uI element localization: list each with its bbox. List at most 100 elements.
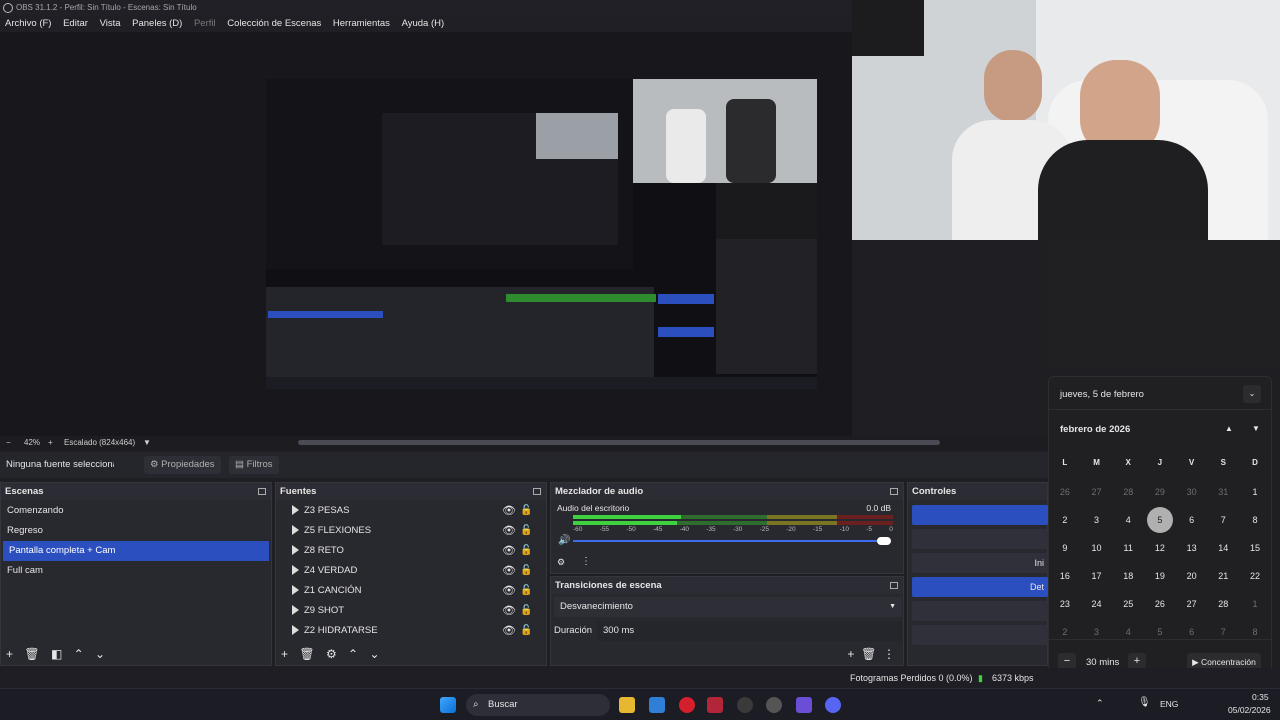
calendar-day[interactable]: 2 <box>1049 506 1081 534</box>
calendar-day[interactable]: 7 <box>1207 506 1239 534</box>
undock-icon[interactable] <box>890 488 898 495</box>
menu-ayuda[interactable]: Ayuda (H) <box>402 18 445 29</box>
calendar-day[interactable]: 15 <box>1239 534 1271 562</box>
calendar-day[interactable]: 12 <box>1144 534 1176 562</box>
eye-icon[interactable]: 👁 <box>502 621 516 641</box>
calendar-day[interactable]: 3 <box>1081 506 1113 534</box>
opera-icon[interactable] <box>679 697 695 713</box>
zoom-in-button[interactable]: + <box>48 436 53 450</box>
eye-icon[interactable]: 👁 <box>502 561 516 581</box>
calendar-day[interactable]: 28 <box>1112 478 1144 506</box>
filters-button[interactable]: ▤ Filtros <box>229 456 279 474</box>
eye-icon[interactable]: 👁 <box>502 581 516 601</box>
add-scene-button[interactable]: + <box>6 647 13 661</box>
calendar-day[interactable]: 20 <box>1176 562 1208 590</box>
speaker-icon[interactable]: 🔊 <box>558 535 570 546</box>
obs-taskbar-icon[interactable] <box>766 697 782 713</box>
calendar-day[interactable]: 10 <box>1081 534 1113 562</box>
undock-icon[interactable] <box>533 488 541 495</box>
calendar-day[interactable]: 9 <box>1049 534 1081 562</box>
duration-input[interactable]: 300 ms <box>597 621 902 641</box>
calendar-day[interactable]: 4 <box>1112 506 1144 534</box>
preview-scrollbar[interactable] <box>298 440 940 445</box>
volume-slider-handle[interactable] <box>877 537 891 545</box>
source-item[interactable]: Z2 HIDRATARSE 👁 🔓 <box>276 621 546 641</box>
zoom-dropdown-icon[interactable]: ▼ <box>143 436 151 450</box>
calendar-day[interactable]: 22 <box>1239 562 1271 590</box>
decrease-focus-button[interactable]: − <box>1058 653 1076 669</box>
move-up-button[interactable]: ⌃ <box>348 647 358 661</box>
calendar-day[interactable]: 7 <box>1207 618 1239 646</box>
source-item[interactable]: Z8 RETO 👁 🔓 <box>276 541 546 561</box>
photos-icon[interactable] <box>649 697 665 713</box>
control-button-6[interactable] <box>912 625 1048 645</box>
menu-perfil[interactable]: Perfil <box>194 18 216 29</box>
calendar-day[interactable]: 8 <box>1239 506 1271 534</box>
calendar-today[interactable]: 5 <box>1146 507 1173 533</box>
calendar-day[interactable]: 27 <box>1176 590 1208 618</box>
calendar-day[interactable]: 17 <box>1081 562 1113 590</box>
eye-icon[interactable]: 👁 <box>502 601 516 621</box>
calendar-day[interactable]: 3 <box>1081 618 1113 646</box>
undock-icon[interactable] <box>258 488 266 495</box>
source-settings-button[interactable]: ⚙ <box>326 647 337 661</box>
move-down-button[interactable]: ⌄ <box>369 647 379 661</box>
tray-chevron-icon[interactable]: ⌃ <box>1096 698 1104 709</box>
calendar-day[interactable]: 1 <box>1239 590 1271 618</box>
control-button-1[interactable] <box>912 505 1048 525</box>
taskbar-search[interactable]: ⌕ Buscar <box>466 694 610 716</box>
eye-icon[interactable]: 👁 <box>502 541 516 561</box>
menu-editar[interactable]: Editar <box>63 18 88 29</box>
next-month-button[interactable]: ▼ <box>1252 424 1260 433</box>
source-item[interactable]: Z1 CANCIÓN 👁 🔓 <box>276 581 546 601</box>
mixer-settings-icon[interactable]: ⚙ <box>557 557 565 568</box>
calendar-day[interactable]: 24 <box>1081 590 1113 618</box>
move-down-button[interactable]: ⌄ <box>95 647 105 661</box>
microphone-icon[interactable]: 🎙 <box>1138 697 1151 708</box>
source-item[interactable]: Z5 FLEXIONES 👁 🔓 <box>276 521 546 541</box>
capcut-icon[interactable] <box>737 697 753 713</box>
lock-icon[interactable]: 🔓 <box>520 501 532 521</box>
clock-time[interactable]: 0:35 <box>1252 692 1269 702</box>
menu-paneles[interactable]: Paneles (D) <box>132 18 182 29</box>
calendar-day[interactable]: 23 <box>1049 590 1081 618</box>
remove-source-button[interactable]: 🗑 <box>299 647 314 661</box>
calendar-day[interactable]: 13 <box>1176 534 1208 562</box>
scene-filters-button[interactable]: ◧ <box>51 647 62 661</box>
lock-icon[interactable]: 🔓 <box>520 601 532 621</box>
calendar-day[interactable]: 14 <box>1207 534 1239 562</box>
zoom-out-button[interactable]: − <box>6 436 11 450</box>
calendar-day[interactable]: 11 <box>1112 534 1144 562</box>
lock-icon[interactable]: 🔓 <box>520 521 532 541</box>
menu-archivo[interactable]: Archivo (F) <box>5 18 51 29</box>
prev-month-button[interactable]: ▲ <box>1225 424 1233 433</box>
calendar-day[interactable]: 31 <box>1207 478 1239 506</box>
calendar-day[interactable]: 29 <box>1144 478 1176 506</box>
calendar-day[interactable]: 4 <box>1112 618 1144 646</box>
mixer-menu-icon[interactable]: ⋮ <box>581 556 591 567</box>
remove-scene-button[interactable]: 🗑 <box>24 647 39 661</box>
clock-date[interactable]: 05/02/2026 <box>1228 705 1271 715</box>
add-transition-button[interactable]: + <box>847 647 854 661</box>
calendar-day[interactable]: 27 <box>1081 478 1113 506</box>
scene-item[interactable]: Full cam <box>1 561 271 581</box>
control-button-2[interactable] <box>912 529 1048 549</box>
lock-icon[interactable]: 🔓 <box>520 561 532 581</box>
calendar-day[interactable]: 8 <box>1239 618 1271 646</box>
calendar-day[interactable]: 1 <box>1239 478 1271 506</box>
eye-icon[interactable]: 👁 <box>502 521 516 541</box>
calendar-day[interactable]: 26 <box>1144 590 1176 618</box>
calendar-day[interactable]: 5 <box>1144 506 1176 534</box>
source-item[interactable]: Z4 VERDAD 👁 🔓 <box>276 561 546 581</box>
app-icon[interactable] <box>796 697 812 713</box>
calendar-day[interactable]: 30 <box>1176 478 1208 506</box>
discord-icon[interactable] <box>825 697 841 713</box>
scene-item-selected[interactable]: Pantalla completa + Cam <box>3 541 269 561</box>
calendar-day[interactable]: 19 <box>1144 562 1176 590</box>
menu-herramientas[interactable]: Herramientas <box>333 18 390 29</box>
remove-transition-button[interactable]: 🗑 <box>861 647 876 661</box>
control-button-3[interactable]: Ini <box>912 553 1048 573</box>
menu-coleccion-escenas[interactable]: Colección de Escenas <box>227 18 321 29</box>
lock-icon[interactable]: 🔓 <box>520 621 532 641</box>
lock-icon[interactable]: 🔓 <box>520 581 532 601</box>
